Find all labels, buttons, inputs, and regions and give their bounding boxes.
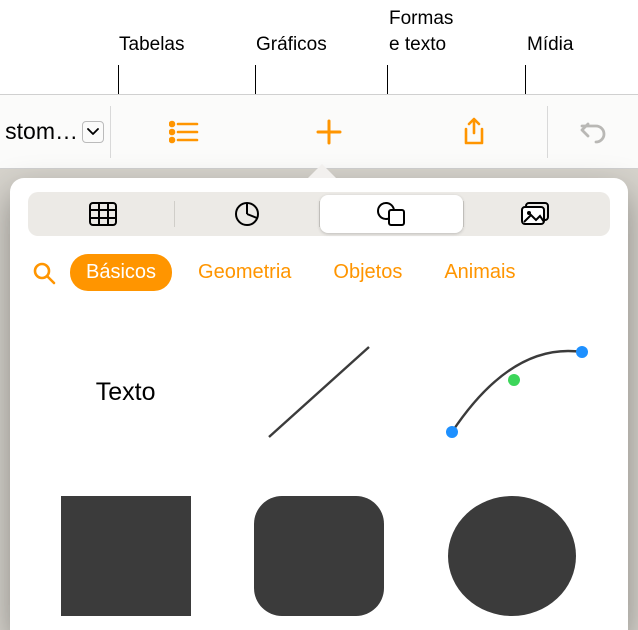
rounded-square-icon	[254, 496, 384, 616]
category-basic[interactable]: Básicos	[70, 254, 172, 291]
media-icon	[520, 201, 550, 227]
callout-media: Mídia	[527, 34, 573, 56]
segment-media[interactable]	[464, 195, 607, 233]
segment-charts[interactable]	[175, 195, 318, 233]
shapes-grid: Texto	[10, 301, 628, 630]
chart-icon	[234, 201, 260, 227]
text-shape-label: Texto	[96, 378, 156, 407]
insert-popover: Básicos Geometria Objetos Animais Texto	[10, 178, 628, 630]
category-objects[interactable]: Objetos	[317, 254, 418, 291]
insert-type-segmented-control	[28, 192, 610, 236]
document-title-button[interactable]: stom…	[0, 118, 110, 145]
segment-shapes[interactable]	[320, 195, 463, 233]
line-icon	[249, 332, 389, 452]
search-icon	[32, 261, 56, 285]
document-title: stom…	[5, 118, 78, 145]
share-button[interactable]	[444, 112, 504, 152]
outline-button[interactable]	[154, 112, 214, 152]
shape-text[interactable]: Texto	[36, 317, 215, 467]
shape-square[interactable]	[36, 481, 215, 630]
share-icon	[462, 117, 486, 147]
square-icon	[61, 496, 191, 616]
callout-tables: Tabelas	[119, 34, 185, 56]
shape-rounded-square[interactable]	[229, 481, 408, 630]
tables-icon	[89, 202, 117, 226]
shape-line[interactable]	[229, 317, 408, 467]
curve-icon	[432, 332, 592, 452]
insert-button[interactable]	[299, 112, 359, 152]
shapes-icon	[376, 201, 406, 227]
undo-icon	[578, 118, 608, 146]
circle-icon	[448, 496, 576, 616]
app-toolbar: stom…	[0, 94, 638, 169]
category-animals[interactable]: Animais	[428, 254, 531, 291]
callouts-region: Tabelas Gráficos Formas e texto Mídia	[0, 0, 638, 94]
callout-shapes-line1: Formas	[389, 8, 453, 30]
segment-tables[interactable]	[31, 195, 174, 233]
callout-charts: Gráficos	[256, 34, 327, 56]
shape-curve[interactable]	[423, 317, 602, 467]
callout-shapes-line2: e texto	[389, 34, 446, 56]
shape-circle[interactable]	[423, 481, 602, 630]
undo-button[interactable]	[563, 112, 623, 152]
chevron-down-icon	[82, 121, 104, 143]
search-shapes-button[interactable]	[28, 257, 60, 289]
category-geometry[interactable]: Geometria	[182, 254, 307, 291]
list-outline-icon	[169, 120, 199, 144]
plus-icon	[315, 118, 343, 146]
shape-category-row: Básicos Geometria Objetos Animais	[10, 246, 628, 301]
